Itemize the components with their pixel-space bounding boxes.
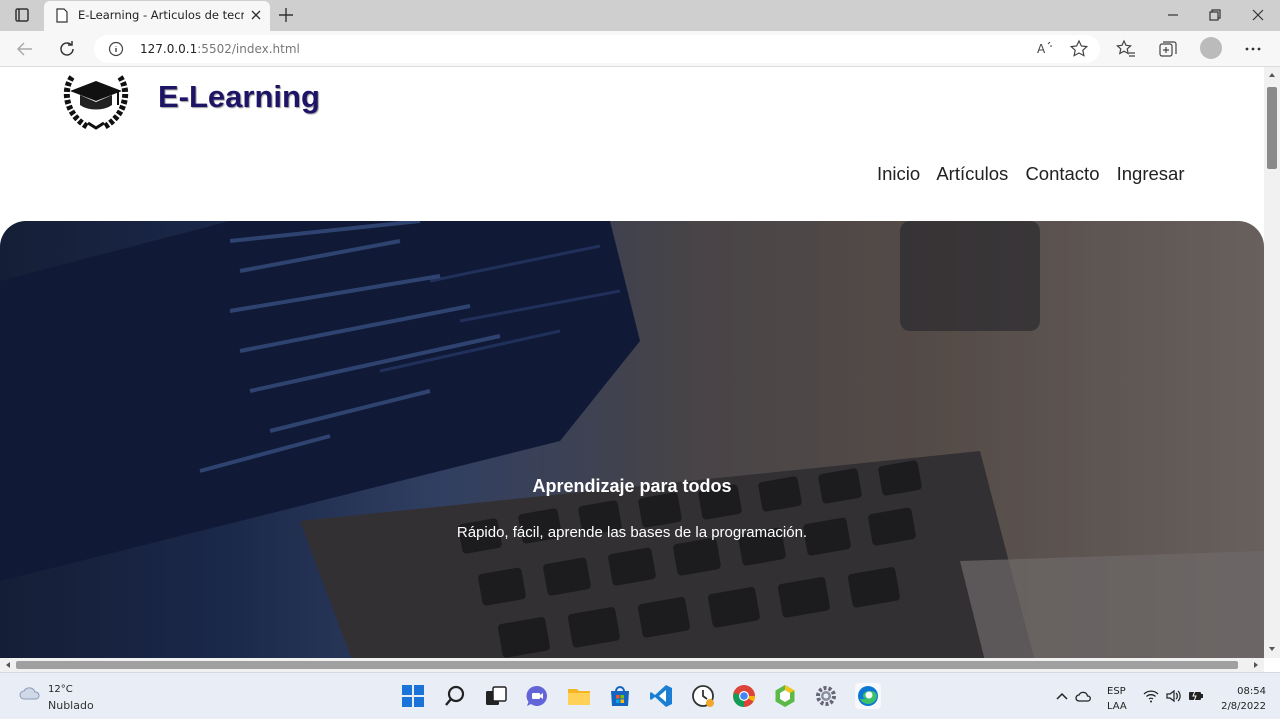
volume-icon[interactable] <box>1164 687 1182 705</box>
clock-date: 2/8/2022 <box>1221 701 1266 712</box>
cloud-weather-icon[interactable] <box>18 685 42 701</box>
address-toolbar: 127.0.0.1:5502/index.html A <box>0 31 1280 67</box>
tab-actions-icon[interactable] <box>8 4 36 26</box>
scroll-up-icon[interactable] <box>1268 71 1276 79</box>
nav-articulos[interactable]: Artículos <box>936 163 1008 184</box>
vscode-icon[interactable] <box>648 683 674 709</box>
restore-icon[interactable] <box>1206 6 1224 24</box>
nav-ingresar[interactable]: Ingresar <box>1117 163 1185 184</box>
svg-text:A: A <box>1037 42 1046 56</box>
nav-contacto[interactable]: Contacto <box>1025 163 1099 184</box>
browser-tab[interactable]: E-Learning - Articulos de tecnolo <box>44 1 270 31</box>
new-tab-icon[interactable] <box>276 5 296 25</box>
back-icon[interactable] <box>14 38 36 60</box>
system-clock[interactable]: 08:54 2/8/2022 <box>1210 684 1266 714</box>
more-options-icon[interactable] <box>1242 38 1264 60</box>
language-code: ESP <box>1107 686 1126 697</box>
url-text[interactable]: 127.0.0.1:5502/index.html <box>140 42 300 56</box>
chrome-icon[interactable] <box>731 683 757 709</box>
horizontal-scrollbar[interactable] <box>0 658 1264 672</box>
os-taskbar: 12°C Nublado ESP LAA 08:54 2/8/2022 <box>0 672 1280 719</box>
vertical-scrollbar[interactable] <box>1264 67 1280 658</box>
favorites-icon[interactable] <box>1115 38 1137 60</box>
weather-description[interactable]: Nublado <box>48 699 94 712</box>
reload-icon[interactable] <box>56 38 78 60</box>
show-hidden-icons-icon[interactable] <box>1053 687 1071 705</box>
scroll-right-icon[interactable] <box>1252 661 1260 669</box>
horizontal-scroll-thumb[interactable] <box>16 661 1238 669</box>
site-brand[interactable]: E-Learning <box>158 79 320 115</box>
tab-strip: E-Learning - Articulos de tecnolo <box>0 0 1280 31</box>
main-nav: Inicio Artículos Contacto Ingresar <box>877 163 1197 185</box>
page-icon <box>56 8 68 23</box>
hero-banner: Aprendizaje para todos Rápido, fácil, ap… <box>0 221 1264 658</box>
battery-charging-icon[interactable] <box>1187 687 1205 705</box>
close-window-icon[interactable] <box>1249 6 1267 24</box>
read-aloud-icon[interactable]: A <box>1034 38 1056 60</box>
chat-icon[interactable] <box>524 683 550 709</box>
store-icon[interactable] <box>607 683 633 709</box>
hero-subtitle: Rápido, fácil, aprende las bases de la p… <box>456 524 808 541</box>
profile-avatar[interactable] <box>1200 37 1222 59</box>
minimize-icon[interactable] <box>1164 6 1182 24</box>
wifi-icon[interactable] <box>1142 687 1160 705</box>
weather-temperature[interactable]: 12°C <box>48 684 73 695</box>
close-tab-icon[interactable] <box>248 7 264 23</box>
url-path: :5502/index.html <box>197 42 300 56</box>
search-icon[interactable] <box>442 683 468 709</box>
page-viewport: E-Learning Inicio Artículos Contacto Ing… <box>0 67 1264 658</box>
app-hexagon-icon[interactable] <box>772 683 798 709</box>
task-view-icon[interactable] <box>483 683 509 709</box>
scroll-down-icon[interactable] <box>1268 645 1276 653</box>
site-info-icon[interactable] <box>108 41 124 57</box>
collections-icon[interactable] <box>1157 38 1179 60</box>
language-indicator[interactable]: ESP LAA <box>1107 684 1127 714</box>
hero-title: Aprendizaje para todos <box>532 476 732 496</box>
clock-app-icon[interactable] <box>690 683 716 709</box>
hero-overlay <box>0 221 1264 658</box>
start-icon[interactable] <box>400 683 426 709</box>
settings-gear-icon[interactable] <box>813 683 839 709</box>
clock-time: 08:54 <box>1237 686 1266 697</box>
tab-title: E-Learning - Articulos de tecnolo <box>78 8 244 22</box>
edge-icon[interactable] <box>855 683 881 709</box>
favorite-star-icon[interactable] <box>1068 38 1090 60</box>
url-host: 127.0.0.1 <box>140 42 198 56</box>
graduation-cap-logo[interactable] <box>58 71 134 131</box>
onedrive-cloud-icon[interactable] <box>1075 687 1093 705</box>
keyboard-layout: LAA <box>1107 701 1127 712</box>
nav-inicio[interactable]: Inicio <box>877 163 920 184</box>
vertical-scroll-thumb[interactable] <box>1267 87 1277 169</box>
file-explorer-icon[interactable] <box>566 683 592 709</box>
url-box[interactable]: 127.0.0.1:5502/index.html A <box>94 35 1100 63</box>
scroll-left-icon[interactable] <box>4 661 12 669</box>
